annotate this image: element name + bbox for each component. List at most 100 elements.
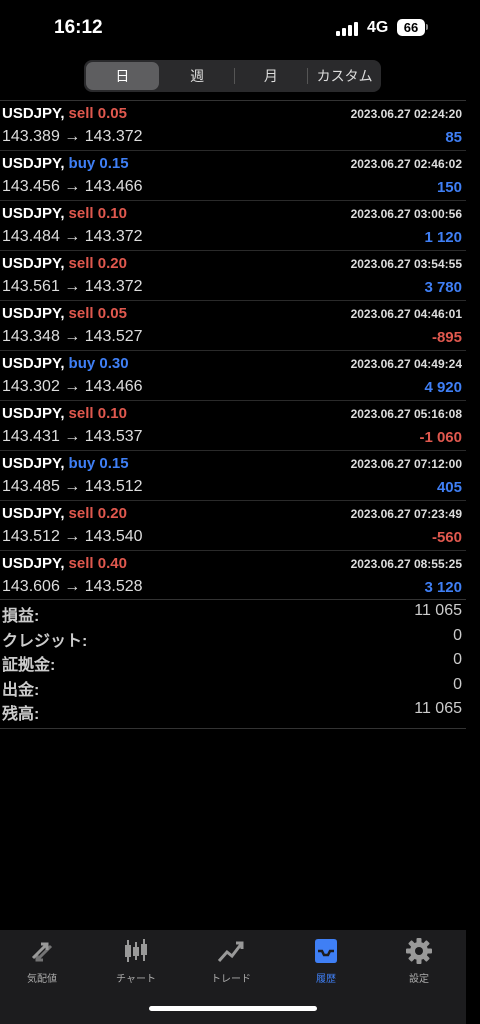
summary-label: クレジット: [2,632,88,650]
battery-icon: 66 [397,19,425,36]
summary-label: 残高: [2,706,40,723]
trade-datetime: 2023.06.27 03:00:56 [350,207,462,221]
trade-profit: 150 [436,179,462,196]
trade-symbol: USDJPY, [2,455,65,472]
trade-datetime: 2023.06.27 07:12:00 [350,457,462,471]
tab-settings[interactable]: 設定 [379,936,459,985]
trade-volume: 0.10 [97,205,127,222]
trade-profit: -895 [431,329,462,346]
trade-prices: 143.348 → 143.527 [2,328,143,345]
summary-value: 0 [453,626,462,644]
trade-row[interactable]: USDJPY, buy 0.30 2023.06.27 04:49:24 143.30… [0,350,466,400]
trade-volume: 0.15 [99,455,129,472]
summary-label: 損益: [2,608,40,625]
trade-row[interactable]: USDJPY, buy 0.15 2023.06.27 02:46:02 143.45… [0,150,466,200]
trade-side: sell [68,405,94,422]
trade-profit: -1 060 [419,429,462,446]
trade-volume: 0.40 [97,555,127,572]
trade-symbol-line: USDJPY, buy 0.30 [2,355,129,372]
trade-side: buy [68,455,96,472]
trade-symbol-line: USDJPY, buy 0.15 [2,155,129,172]
trade-side: buy [68,355,96,372]
home-indicator [149,1006,317,1011]
trade-symbol-line: USDJPY, sell 0.10 [2,405,127,422]
trade-prices: 143.431 → 143.537 [2,428,143,445]
trade-volume: 0.20 [97,505,127,522]
trade-row[interactable]: USDJPY, sell 0.20 2023.06.27 07:23:49 143.5… [0,500,466,550]
trade-symbol: USDJPY, [2,155,65,172]
trade-prices: 143.302 → 143.466 [2,378,143,395]
candlestick-chart-icon [125,939,147,962]
trade-profit: -560 [431,529,462,546]
trade-side: sell [68,255,94,272]
trade-symbol-line: USDJPY, sell 0.20 [2,505,127,522]
segment-custom[interactable]: カスタム [308,60,381,92]
trade-prices: 143.561 → 143.372 [2,278,143,295]
trade-datetime: 2023.06.27 05:16:08 [350,407,462,421]
summary-label: 証拠金: [2,657,56,674]
trade-symbol: USDJPY, [2,555,65,572]
trade-symbol: USDJPY, [2,505,65,522]
summary-divider [0,728,466,729]
trade-symbol-line: USDJPY, sell 0.05 [2,305,127,322]
tab-label: 履歴 [316,974,336,985]
signal-icon [336,22,360,36]
tab-quotes[interactable]: 気配値 [2,936,82,985]
trade-row[interactable]: USDJPY, sell 0.10 2023.06.27 05:16:08 143.4… [0,400,466,450]
summary-row: 残高: 11 065 [0,698,466,723]
trade-volume: 0.15 [99,155,129,172]
trade-row[interactable]: USDJPY, sell 0.05 2023.06.27 04:46:01 143.3… [0,300,466,350]
summary-row: 出金: 0 [0,674,466,699]
trade-volume: 0.10 [97,405,127,422]
trade-side: sell [68,105,94,122]
trade-side: sell [68,505,94,522]
trade-row[interactable]: USDJPY, sell 0.10 2023.06.27 03:00:56 143.4… [0,200,466,250]
segment-day[interactable]: 日 [86,62,159,90]
trade-datetime: 2023.06.27 04:46:01 [350,307,462,321]
trade-prices: 143.606 → 143.528 [2,578,143,595]
tab-history[interactable]: 履歴 [286,936,366,985]
trade-volume: 0.20 [97,255,127,272]
trade-side: buy [68,155,96,172]
tab-chart[interactable]: チャート [96,936,176,985]
tab-label: 気配値 [27,974,57,985]
trade-datetime: 2023.06.27 08:55:25 [350,557,462,571]
history-inbox-icon [315,939,337,963]
trade-prices: 143.484 → 143.372 [2,228,143,245]
summary-value: 11 065 [414,602,462,619]
tab-trade[interactable]: トレード [191,936,271,985]
trade-volume: 0.30 [99,355,129,372]
trade-datetime: 2023.06.27 02:24:20 [350,107,462,121]
trade-row[interactable]: USDJPY, sell 0.05 2023.06.27 02:24:20 143.3… [0,100,466,150]
trade-profit: 3 780 [424,279,462,296]
tab-label: チャート [116,974,156,985]
trade-profit: 1 120 [424,229,462,246]
trade-row[interactable]: USDJPY, sell 0.20 2023.06.27 03:54:55 143.5… [0,250,466,300]
trade-profit: 4 920 [424,379,462,396]
summary-row: 損益: 11 065 [0,600,466,625]
status-time: 16:12 [54,17,103,38]
summary-row: クレジット: 0 [0,625,466,650]
trade-symbol-line: USDJPY, sell 0.05 [2,105,127,122]
battery-tip [426,24,428,30]
gear-icon [406,938,432,964]
trade-symbol: USDJPY, [2,405,65,422]
segment-month[interactable]: 月 [235,60,308,92]
network-type: 4G [367,19,389,36]
trade-history-list: USDJPY, sell 0.05 2023.06.27 02:24:20 143.3… [0,100,466,600]
trade-symbol-line: USDJPY, sell 0.10 [2,205,127,222]
status-bar: 16:12 4G 66 [0,0,480,56]
trade-symbol: USDJPY, [2,305,65,322]
summary-value: 0 [453,675,462,693]
tab-label: 設定 [409,974,429,985]
trade-symbol: USDJPY, [2,255,65,272]
trade-volume: 0.05 [97,105,127,122]
trade-row[interactable]: USDJPY, buy 0.15 2023.06.27 07:12:00 143.48… [0,450,466,500]
tab-label: トレード [211,974,251,985]
trade-prices: 143.389 → 143.372 [2,128,143,145]
trade-datetime: 2023.06.27 04:49:24 [350,357,462,371]
trade-side: sell [68,205,94,222]
trade-symbol-line: USDJPY, sell 0.20 [2,255,127,272]
segment-week[interactable]: 週 [161,60,234,92]
trade-row[interactable]: USDJPY, sell 0.40 2023.06.27 08:55:25 143.6… [0,550,466,600]
